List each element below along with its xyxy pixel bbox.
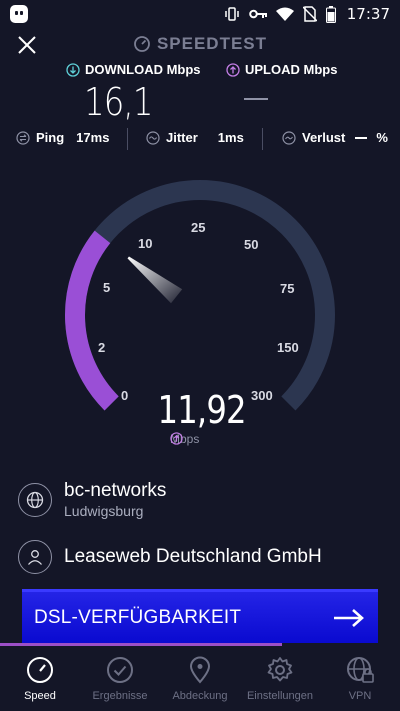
gauge-tick-label: 10 xyxy=(138,236,153,251)
upload-label: UPLOAD Mbps xyxy=(226,62,337,77)
nav-item-speed[interactable]: Speed xyxy=(0,646,80,711)
app-header: SPEEDTEST xyxy=(0,30,400,60)
ping-value: 17ms xyxy=(76,130,110,145)
gauge-needle xyxy=(127,256,183,304)
nav-label: Ergebnisse xyxy=(92,690,148,702)
gauge-tick-label: 75 xyxy=(280,281,295,296)
vpn-globe-icon xyxy=(347,657,374,683)
gauge-unit: Mbps xyxy=(170,432,199,446)
loss-value: % xyxy=(376,130,388,145)
vibrate-icon xyxy=(225,7,239,21)
jitter-label: Jitter xyxy=(166,130,198,145)
map-pin-icon xyxy=(189,656,211,684)
stats-row: Ping 17ms Jitter 1ms Verlust % xyxy=(0,126,400,152)
app-title-text: SPEEDTEST xyxy=(156,34,268,53)
nav-label: VPN xyxy=(348,690,372,702)
gauge-tick-label: 0 xyxy=(121,388,129,403)
isp-row[interactable]: bc-networks Ludwigsburg xyxy=(18,480,166,519)
gear-icon xyxy=(267,657,293,682)
packet-loss-icon xyxy=(282,130,296,145)
jitter-icon xyxy=(146,130,160,145)
isp-location: Ludwigsburg xyxy=(64,503,144,519)
upload-arrow-icon xyxy=(226,62,240,77)
battery-icon xyxy=(325,5,336,23)
globe-icon xyxy=(18,482,52,517)
gauge-tick-label: 5 xyxy=(103,280,111,295)
status-bar: 17:37 xyxy=(0,0,400,28)
status-time: 17:37 xyxy=(346,5,390,23)
nav-item-abdeckung[interactable]: Abdeckung xyxy=(160,646,240,711)
gauge-tick-label: 300 xyxy=(251,388,273,403)
download-value: 16,1 xyxy=(84,80,153,124)
check-circle-icon xyxy=(107,657,133,683)
host-name: Leaseweb Deutschland GmbH xyxy=(64,546,322,567)
host-row[interactable]: Leaseweb Deutschland GmbH xyxy=(18,540,322,574)
gauge-fill xyxy=(65,230,119,411)
download-arrow-icon xyxy=(66,62,80,77)
loss-dash xyxy=(355,136,368,139)
gauge-tick-label: 150 xyxy=(277,340,299,355)
speedometer-icon xyxy=(27,657,53,683)
upload-value-placeholder-dash xyxy=(244,98,268,100)
nav-label: Speed xyxy=(24,690,56,702)
nav-item-einstellungen[interactable]: Einstellungen xyxy=(240,646,320,711)
nav-label: Einstellungen xyxy=(246,690,314,702)
gauge-tick-label: 2 xyxy=(98,340,106,355)
key-icon xyxy=(248,9,267,19)
speed-gauge: 0 2 5 10 25 50 75 150 300 11,92 Mbps xyxy=(0,150,400,470)
download-label: DOWNLOAD Mbps xyxy=(66,62,201,77)
ping-icon xyxy=(16,130,30,145)
no-sim-icon xyxy=(302,6,317,22)
nav-label: Abdeckung xyxy=(172,690,228,702)
ping-stat: Ping 17ms xyxy=(16,130,109,145)
loss-stat: Verlust % xyxy=(282,130,388,145)
isp-name: bc-networks xyxy=(64,480,167,501)
banner-text: DSL-VERFÜGBARKEIT xyxy=(34,606,242,628)
jitter-stat: Jitter 1ms xyxy=(146,130,244,145)
ping-label: Ping xyxy=(36,130,65,145)
wifi-icon xyxy=(275,7,294,21)
arrow-right-icon xyxy=(334,608,364,627)
user-icon xyxy=(18,540,52,574)
stats-divider xyxy=(127,128,128,150)
stats-divider xyxy=(262,128,263,150)
nav-item-ergebnisse[interactable]: Ergebnisse xyxy=(80,646,160,711)
upload-arrow-icon xyxy=(170,432,183,445)
loss-label: Verlust xyxy=(302,130,346,145)
nav-item-vpn[interactable]: VPN xyxy=(320,646,400,711)
ghostery-icon xyxy=(10,5,28,23)
jitter-value: 1ms xyxy=(217,130,244,145)
gauge-tick-label: 25 xyxy=(191,220,206,235)
speedometer-icon xyxy=(134,36,150,52)
download-label-text: DOWNLOAD Mbps xyxy=(85,62,201,77)
bottom-nav: Speed Ergebnisse Abdeckung Einstellungen… xyxy=(0,646,400,711)
gauge-current-value: 11,92 xyxy=(157,388,247,432)
gauge-tick-label: 50 xyxy=(244,237,259,252)
app-title: SPEEDTEST xyxy=(0,34,400,54)
upload-label-text: UPLOAD Mbps xyxy=(245,62,338,77)
dsl-availability-banner[interactable]: DSL-VERFÜGBARKEIT xyxy=(22,589,378,643)
